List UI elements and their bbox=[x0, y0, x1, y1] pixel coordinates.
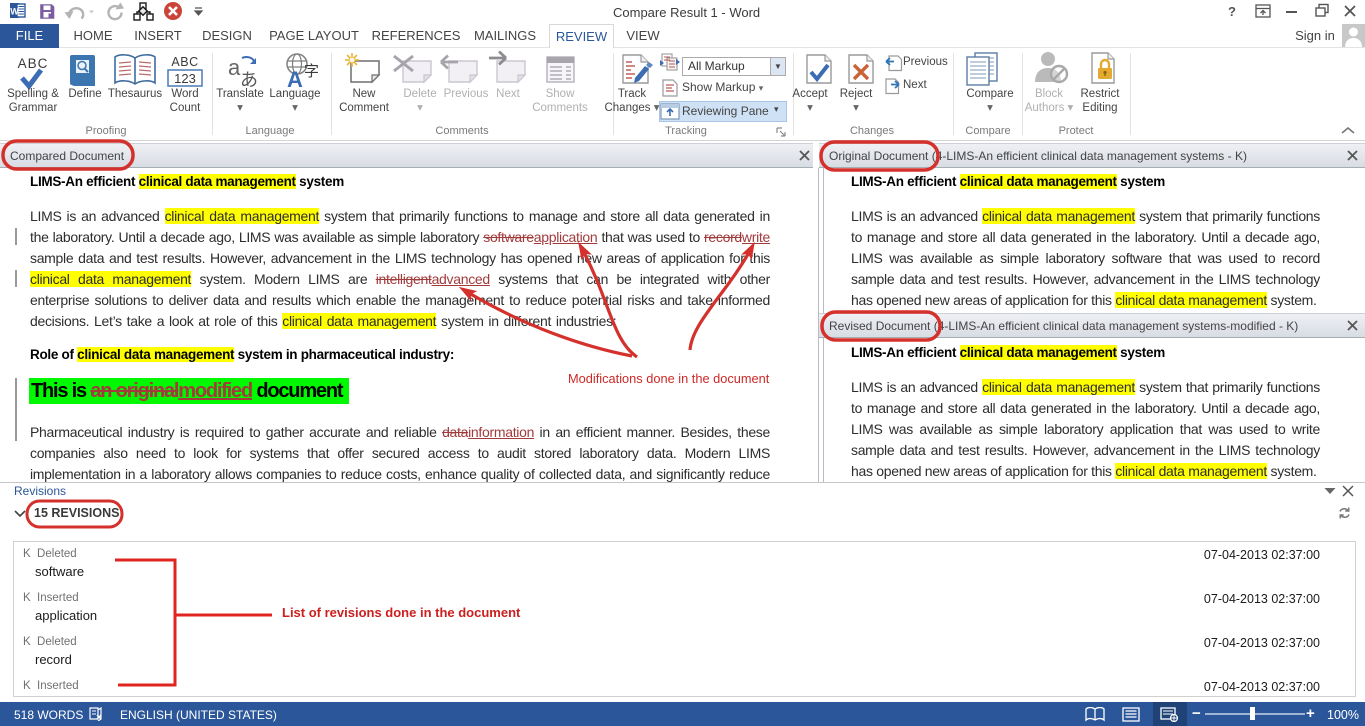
svg-text:ABC: ABC bbox=[18, 56, 49, 71]
svg-text:123: 123 bbox=[174, 71, 196, 86]
svg-text:W: W bbox=[10, 7, 19, 17]
svg-text:ABC: ABC bbox=[171, 55, 198, 69]
svg-text:字: 字 bbox=[304, 63, 319, 80]
svg-text:?: ? bbox=[1228, 4, 1236, 19]
